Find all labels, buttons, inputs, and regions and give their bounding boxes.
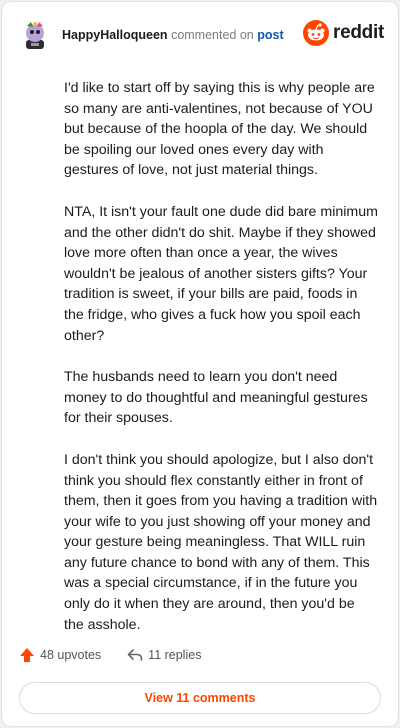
avatar-icon [26, 22, 44, 49]
reply-count: 11 replies [148, 648, 202, 662]
upvote-count: 48 upvotes [40, 648, 102, 662]
view-comments-button[interactable]: View 11 comments [19, 682, 381, 714]
comment-header: HappyHalloqueen commented on post reddit [22, 18, 384, 52]
reddit-logo[interactable]: reddit [303, 20, 384, 46]
comment-paragraph: I'd like to start off by saying this is … [64, 80, 375, 179]
upvote-arrow-icon [20, 648, 34, 662]
action-text: commented on [171, 28, 254, 42]
comment-paragraph: The husbands need to learn you don't nee… [64, 369, 368, 427]
user-avatar[interactable] [22, 20, 48, 50]
comment-paragraph: NTA, It isn't your fault one dude did ba… [64, 203, 378, 344]
reddit-snoo-icon [303, 20, 330, 46]
username-link[interactable]: HappyHalloqueen [62, 28, 168, 42]
comment-paragraph: I don't think you should apologize, but … [64, 451, 378, 633]
comment-body: I'd like to start off by saying this is … [64, 78, 378, 656]
comment-card: HappyHalloqueen commented on post reddit… [1, 1, 399, 727]
comment-attribution: HappyHalloqueen commented on post [62, 28, 284, 42]
upvote-button[interactable]: 48 upvotes [19, 647, 101, 663]
replies-button[interactable]: 11 replies [127, 647, 201, 663]
post-link[interactable]: post [257, 28, 283, 42]
reply-arrow-icon [127, 649, 143, 661]
reddit-wordmark: reddit [333, 22, 384, 43]
comment-footer: 48 upvotes 11 replies [19, 647, 227, 663]
